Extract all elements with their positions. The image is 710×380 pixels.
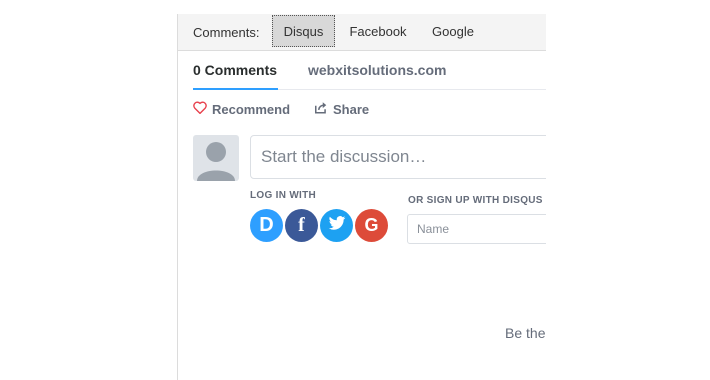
comments-widget: Comments: Disqus Facebook Google 0 Comme… (177, 14, 546, 380)
avatar (193, 135, 239, 181)
heart-icon (193, 101, 207, 117)
comments-tab-label: Comments: (193, 25, 260, 40)
disqus-icon: D (259, 214, 274, 236)
share-button[interactable]: Share (314, 101, 369, 117)
active-tab-underline (193, 88, 278, 90)
tab-google[interactable]: Google (430, 14, 476, 49)
tab-facebook[interactable]: Facebook (346, 14, 410, 49)
name-input[interactable] (407, 214, 546, 244)
signup-with-disqus-label: OR SIGN UP WITH DISQUS (408, 195, 543, 206)
start-discussion-input[interactable] (250, 135, 546, 179)
comment-count-tab[interactable]: 0 Comments (193, 62, 277, 78)
disqus-login-button[interactable]: D (250, 209, 283, 242)
twitter-icon (328, 215, 346, 236)
twitter-login-button[interactable] (320, 209, 353, 242)
site-name-link[interactable]: webxitsolutions.com (308, 62, 446, 78)
recommend-button[interactable]: Recommend (193, 101, 290, 117)
share-icon (314, 101, 328, 117)
tab-disqus[interactable]: Disqus (272, 15, 335, 47)
login-with-label: LOG IN WITH (250, 190, 317, 201)
recommend-label: Recommend (212, 101, 291, 117)
empty-state-message: Be the (505, 325, 546, 341)
google-login-button[interactable]: G (355, 209, 388, 242)
comments-tab-bar: Comments: Disqus Facebook Google (178, 14, 546, 51)
facebook-login-button[interactable]: f (285, 209, 318, 242)
google-icon: G (364, 215, 379, 235)
share-label: Share (333, 101, 370, 117)
facebook-icon: f (298, 214, 305, 236)
